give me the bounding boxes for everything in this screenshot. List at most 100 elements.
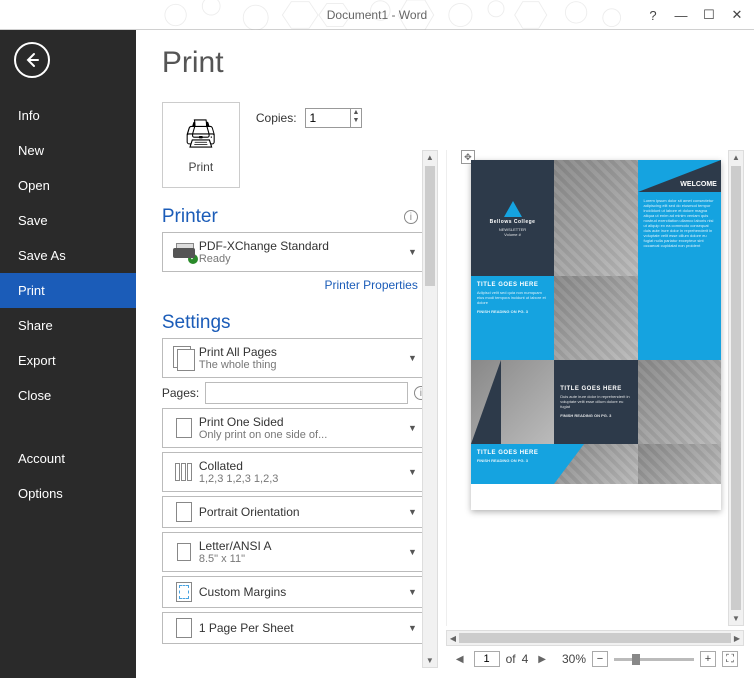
scroll-thumb[interactable] <box>731 166 741 610</box>
margins-icon <box>169 582 199 602</box>
close-button[interactable]: ✕ <box>724 5 750 25</box>
settings-scrollbar[interactable]: ▲ ▼ <box>422 150 438 668</box>
preview-image <box>554 160 637 276</box>
tile-heading: TITLE GOES HERE <box>560 386 622 392</box>
paper-size-dropdown[interactable]: Letter/ANSI A 8.5" x 11" ▼ <box>162 532 428 572</box>
sides-dropdown[interactable]: Print One Sided Only print on one side o… <box>162 408 428 448</box>
sidebar-item-share[interactable]: Share <box>0 308 136 343</box>
print-range-dropdown[interactable]: Print All Pages The whole thing ▼ <box>162 338 428 378</box>
sidebar-item-info[interactable]: Info <box>0 98 136 133</box>
print-range-sub: The whole thing <box>199 359 404 371</box>
paper-title: Letter/ANSI A <box>199 539 404 553</box>
back-arrow-icon <box>23 51 41 69</box>
window-title: Document1 - Word <box>327 8 427 22</box>
print-range-title: Print All Pages <box>199 345 404 359</box>
title-tile-2: TITLE GOES HERE Duis aute irure dolor in… <box>554 360 637 444</box>
print-button[interactable]: 🖨 Print <box>162 102 240 188</box>
preview-image <box>554 444 637 484</box>
collated-icon <box>169 463 199 481</box>
sidebar-item-print[interactable]: Print <box>0 273 136 308</box>
printer-dropdown[interactable]: PDF-XChange Standard Ready ▼ <box>162 232 428 272</box>
logo-icon <box>502 199 524 219</box>
copies-label: Copies: <box>256 111 297 125</box>
next-page-button[interactable]: ▶ <box>534 654 550 665</box>
zoom-slider[interactable] <box>614 658 694 661</box>
sidebar-item-open[interactable]: Open <box>0 168 136 203</box>
tile-heading: TITLE GOES HERE <box>477 450 548 456</box>
chevron-down-icon: ▼ <box>404 547 421 557</box>
sidebar-item-close[interactable]: Close <box>0 378 136 413</box>
printer-icon: 🖨 <box>183 117 219 150</box>
welcome-tile: WELCOME <box>638 160 721 192</box>
preview-image <box>638 360 721 444</box>
scroll-thumb[interactable] <box>459 633 731 643</box>
chevron-down-icon: ▼ <box>404 353 421 363</box>
copies-down-button[interactable]: ▼ <box>351 117 362 125</box>
chevron-down-icon: ▼ <box>404 587 421 597</box>
title-tile-3: TITLE GOES HERE FINISH READING ON PG. 3 <box>471 444 554 484</box>
backstage-sidebar: Info New Open Save Save As Print Share E… <box>0 30 136 678</box>
paper-sub: 8.5" x 11" <box>199 553 404 565</box>
copies-input[interactable] <box>306 109 350 127</box>
scroll-thumb[interactable] <box>425 166 435 286</box>
page-number-input[interactable] <box>474 651 500 667</box>
prev-page-button[interactable]: ◀ <box>452 654 468 665</box>
scroll-down-icon[interactable]: ▼ <box>426 654 434 667</box>
preview-page: ✥ Bellows College NEWSLETTER Volume # WE… <box>471 160 721 510</box>
copies-up-button[interactable]: ▲ <box>351 109 362 117</box>
sidebar-item-new[interactable]: New <box>0 133 136 168</box>
sidebar-item-save[interactable]: Save <box>0 203 136 238</box>
help-button[interactable]: ? <box>640 5 666 25</box>
chevron-down-icon: ▼ <box>404 247 421 257</box>
scroll-up-icon[interactable]: ▲ <box>426 151 434 164</box>
scroll-up-icon[interactable]: ▲ <box>732 151 740 164</box>
chevron-down-icon: ▼ <box>404 467 421 477</box>
preview-horizontal-scrollbar[interactable]: ◀ ▶ <box>446 630 744 646</box>
settings-heading: Settings <box>162 312 231 334</box>
sidebar-item-options[interactable]: Options <box>0 476 136 511</box>
collate-sub: 1,2,3 1,2,3 1,2,3 <box>199 473 404 485</box>
printer-heading: Printer <box>162 206 218 228</box>
orientation-dropdown[interactable]: Portrait Orientation ▼ <box>162 496 428 528</box>
total-pages: 4 <box>522 652 529 666</box>
preview-vertical-scrollbar[interactable]: ▲ ▼ <box>728 150 744 626</box>
sidebar-item-export[interactable]: Export <box>0 343 136 378</box>
orientation-title: Portrait Orientation <box>199 505 404 519</box>
printer-info-icon[interactable]: i <box>404 210 418 224</box>
chevron-down-icon: ▼ <box>404 623 421 633</box>
portrait-icon <box>169 502 199 522</box>
continue-label: FINISH READING ON PG. 3 <box>560 413 611 418</box>
scroll-left-icon[interactable]: ◀ <box>447 634 459 643</box>
one-sided-icon <box>169 418 199 438</box>
scroll-down-icon[interactable]: ▼ <box>732 612 740 625</box>
sides-title: Print One Sided <box>199 415 404 429</box>
sheet-icon <box>169 618 199 638</box>
pages-icon <box>169 346 199 370</box>
collate-title: Collated <box>199 459 404 473</box>
pages-per-sheet-dropdown[interactable]: 1 Page Per Sheet ▼ <box>162 612 428 644</box>
continue-label: FINISH READING ON PG. 3 <box>477 309 548 314</box>
collate-dropdown[interactable]: Collated 1,2,3 1,2,3 1,2,3 ▼ <box>162 452 428 492</box>
tile-heading: TITLE GOES HERE <box>477 282 548 288</box>
chevron-down-icon: ▼ <box>404 507 421 517</box>
maximize-button[interactable]: ☐ <box>696 5 722 25</box>
zoom-slider-thumb[interactable] <box>632 654 640 665</box>
minimize-button[interactable]: — <box>668 5 694 25</box>
pages-label: Pages: <box>162 386 199 400</box>
text-tile: Lorem ipsum dolor sit amet consectetur a… <box>638 192 721 360</box>
zoom-in-button[interactable]: + <box>700 651 716 667</box>
print-button-label: Print <box>189 160 214 174</box>
title-bar: Document1 - Word ? — ☐ ✕ <box>0 0 754 30</box>
chevron-down-icon: ▼ <box>404 423 421 433</box>
printer-properties-link[interactable]: Printer Properties <box>324 278 417 292</box>
sidebar-item-saveas[interactable]: Save As <box>0 238 136 273</box>
preview-footer: ◀ of 4 ▶ 30% − + ⛶ <box>446 646 744 672</box>
margins-dropdown[interactable]: Custom Margins ▼ <box>162 576 428 608</box>
zoom-out-button[interactable]: − <box>592 651 608 667</box>
scroll-right-icon[interactable]: ▶ <box>731 634 743 643</box>
back-button[interactable] <box>14 42 50 78</box>
sides-sub: Only print on one side of... <box>199 429 404 441</box>
pages-input[interactable] <box>205 382 408 404</box>
zoom-fit-button[interactable]: ⛶ <box>722 651 738 667</box>
sidebar-item-account[interactable]: Account <box>0 441 136 476</box>
